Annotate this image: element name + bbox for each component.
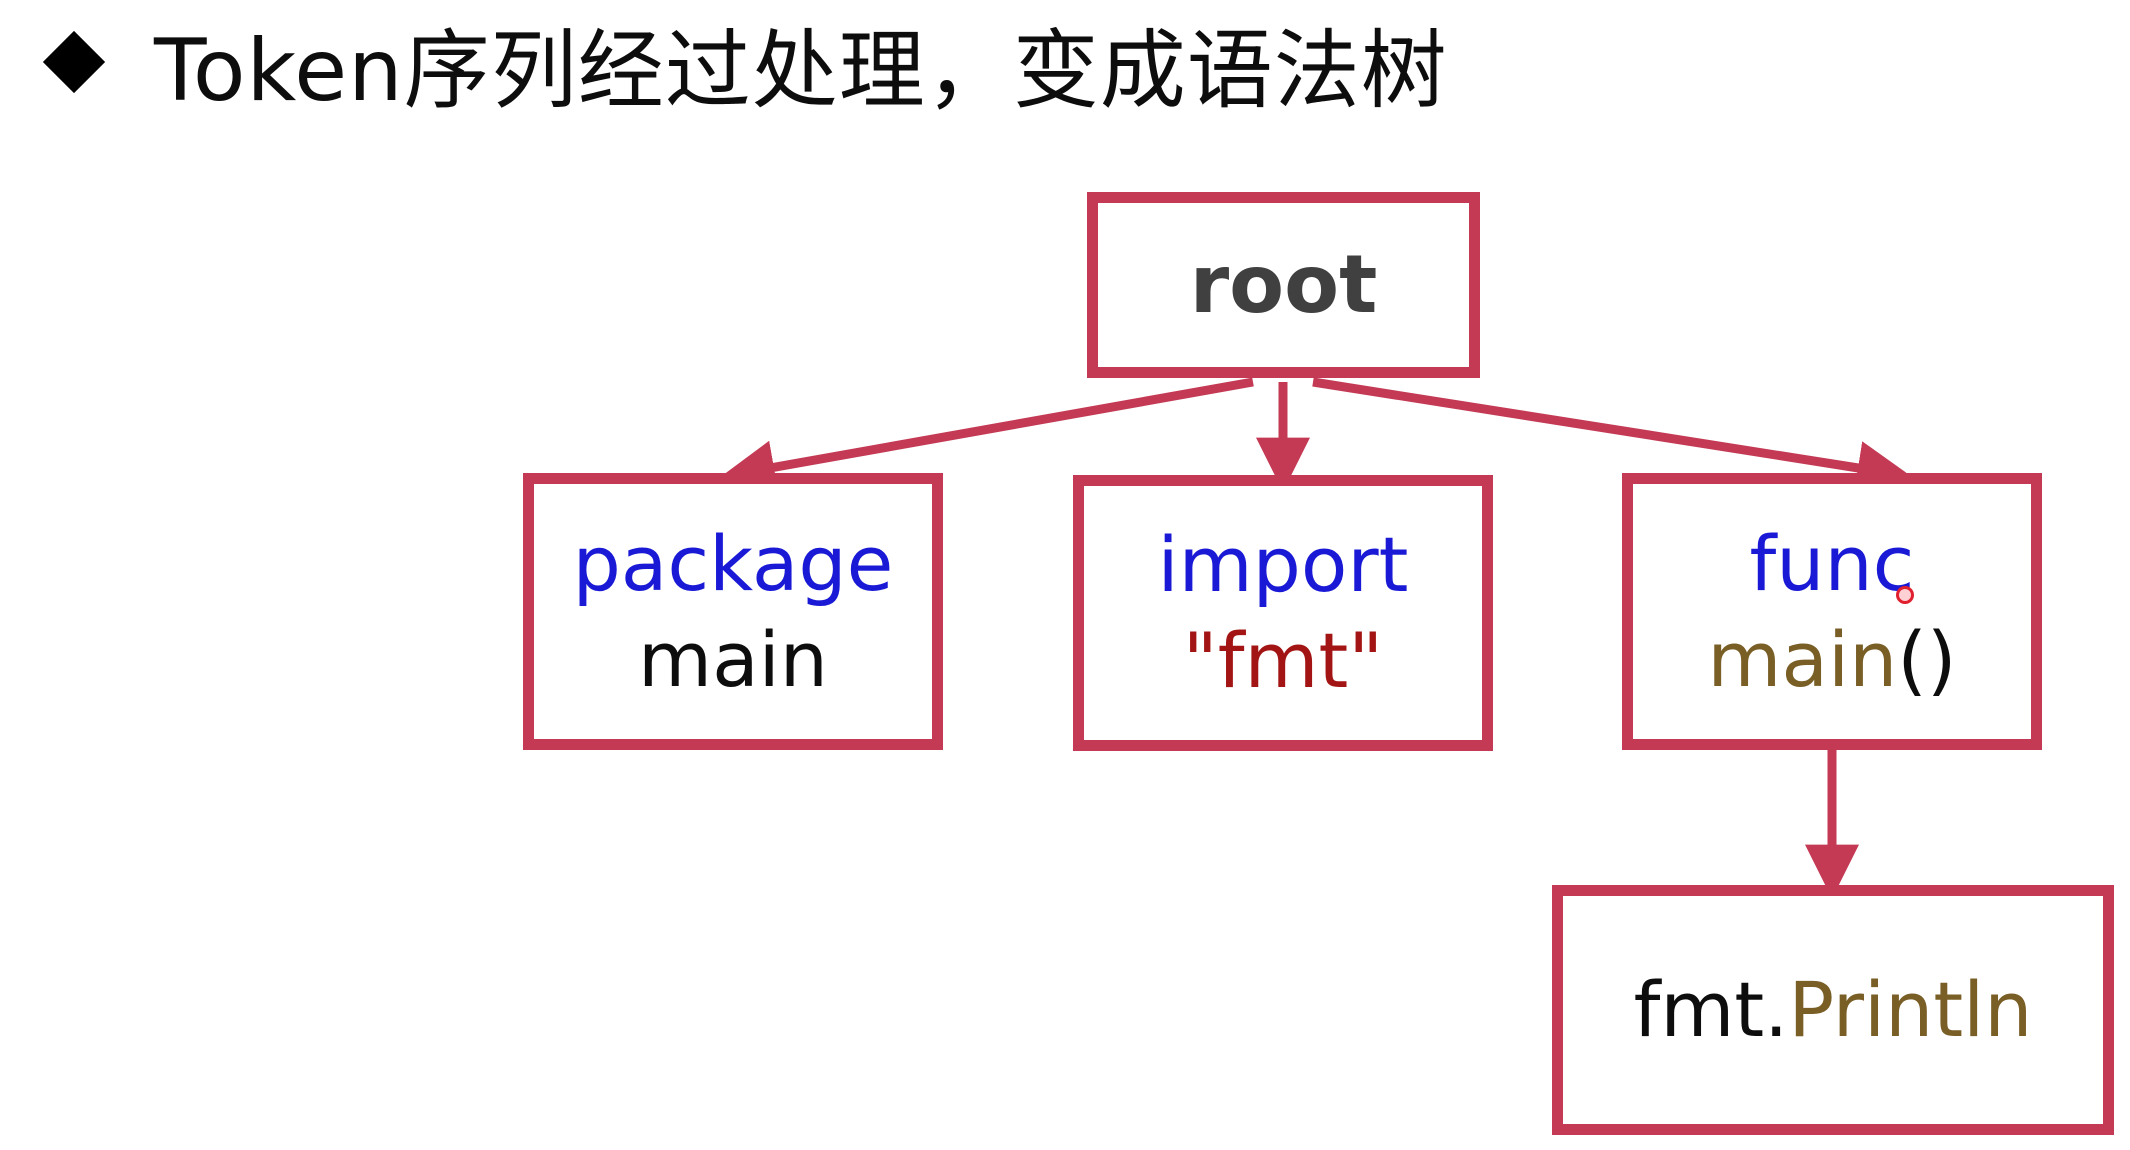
pointer-cursor-icon: [1896, 586, 1914, 604]
call-name: Println: [1788, 965, 2033, 1054]
func-name: main: [1707, 614, 1898, 704]
func-parens: (): [1897, 614, 1957, 704]
node-root: root: [1087, 192, 1480, 378]
func-signature: main(): [1707, 612, 1956, 708]
import-keyword: import: [1157, 520, 1409, 609]
root-label: root: [1189, 238, 1378, 331]
slide: Token序列经过处理，变成语法树 root package main impo…: [0, 0, 2130, 1150]
call-expression: fmt.Println: [1634, 962, 2033, 1058]
node-package: package main: [523, 473, 943, 750]
node-func: func main(): [1622, 473, 2042, 750]
import-path: "fmt": [1182, 616, 1384, 705]
package-name: main: [638, 614, 828, 704]
package-keyword: package: [572, 518, 894, 608]
edge-root-package: [720, 377, 1254, 494]
node-call: fmt.Println: [1552, 885, 2114, 1135]
func-keyword: func: [1749, 518, 1915, 608]
edge-root-func: [1312, 377, 1912, 495]
call-package: fmt.: [1633, 965, 1789, 1054]
node-import: import "fmt": [1073, 475, 1493, 751]
